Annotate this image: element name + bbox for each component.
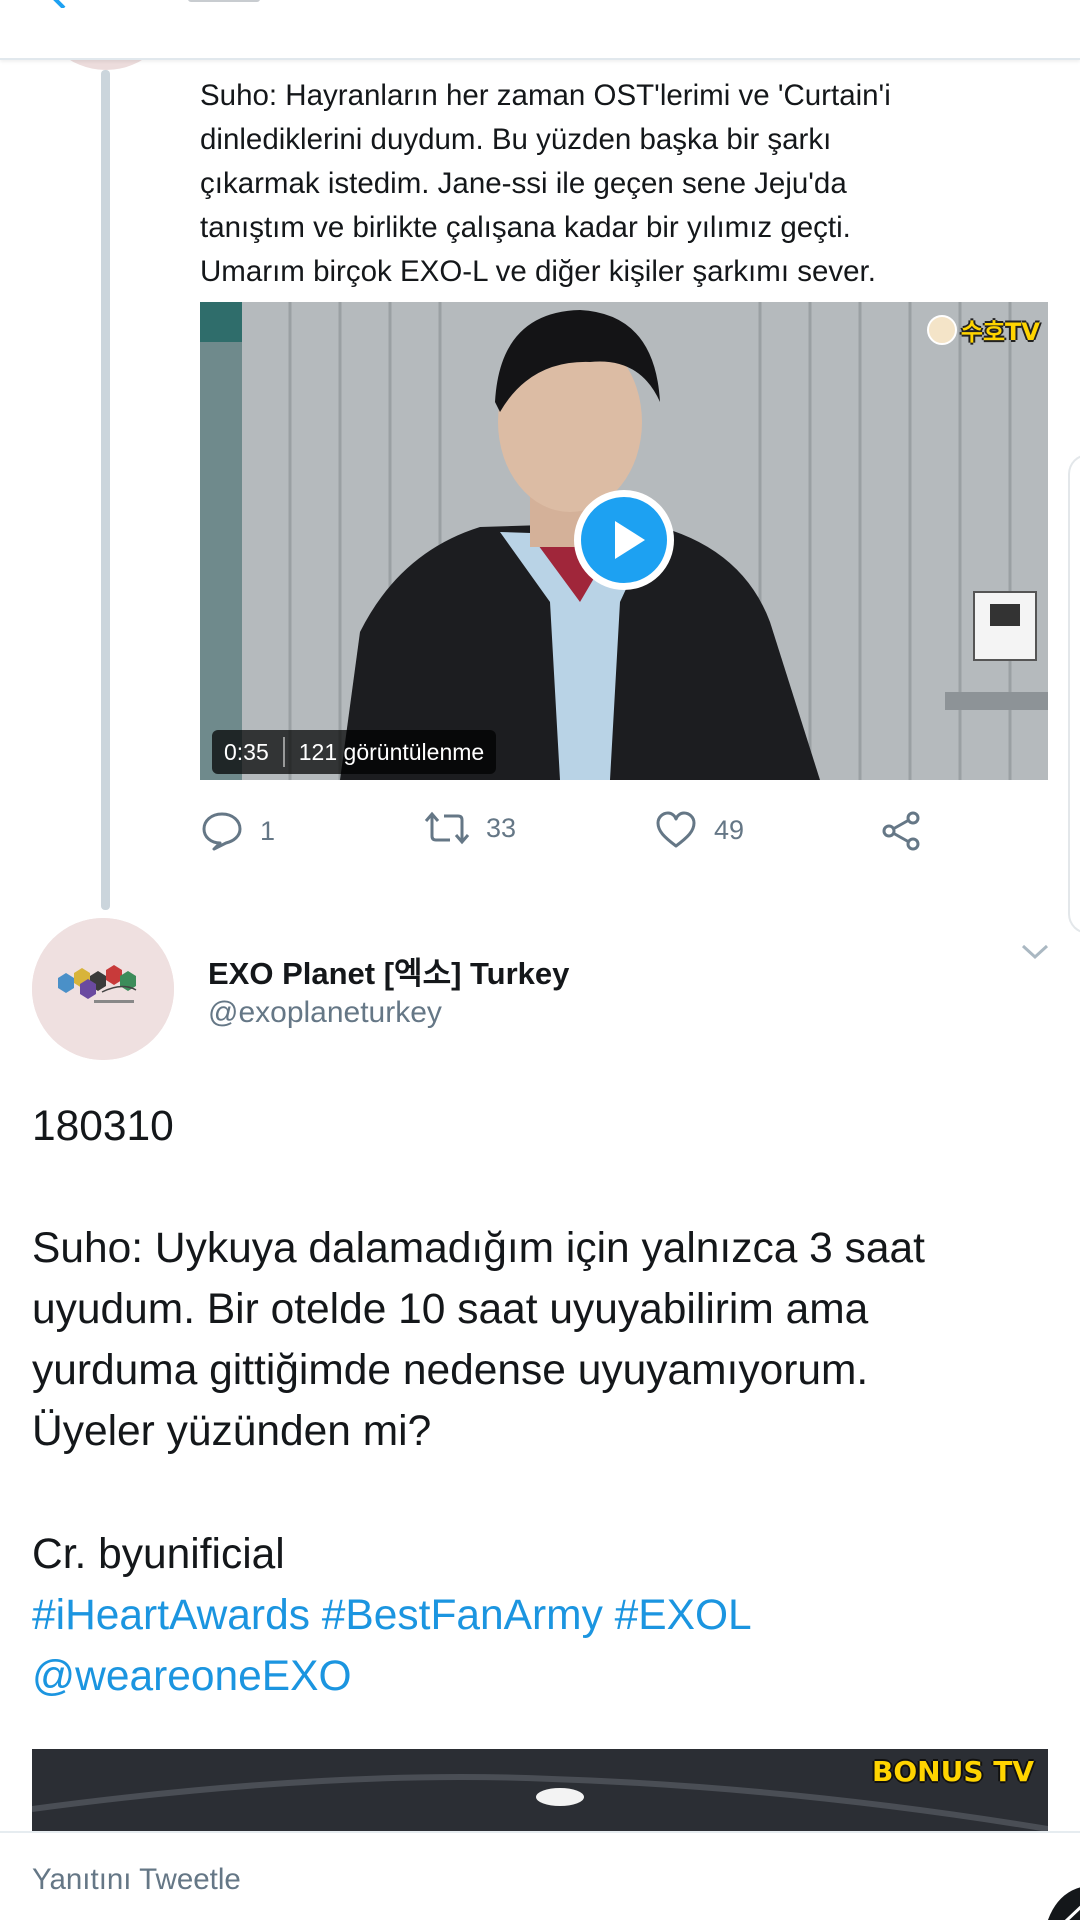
hashtag-link[interactable]: #EXOL: [615, 1592, 752, 1639]
previous-tweet-line: Umarım birçok EXO-L ve diğer kişiler şar…: [200, 255, 876, 288]
tweet-body-line: Suho: Uykuya dalamadığım için yalnızca 3…: [32, 1225, 925, 1272]
video-player[interactable]: 수호TV 0:35 121 görüntülenme: [200, 302, 1048, 780]
reply-icon: [202, 812, 242, 851]
channel-badge-text: 수호TV: [960, 318, 1040, 346]
side-panel-edge: [1068, 454, 1080, 934]
play-button[interactable]: [574, 490, 674, 590]
like-count: 49: [714, 814, 745, 845]
previous-tweet-line: Suho: Hayranların her zaman OST'lerimi v…: [200, 79, 891, 112]
video-meta-overlay: 0:35 121 görüntülenme: [212, 730, 497, 774]
tweet-date-line: 180310: [32, 1103, 174, 1150]
reply-button[interactable]: 1: [200, 810, 275, 852]
reply-input[interactable]: Yanıtını Tweetle: [32, 1863, 241, 1897]
exo-planet-logo: [32, 918, 174, 1060]
tweet-body-line: yurduma gittiğimde nedense uyuyamıyorum.: [32, 1347, 869, 1394]
previous-tweet-text: Suho: Hayranların her zaman OST'lerimi v…: [200, 74, 1040, 294]
retweet-count: 33: [486, 812, 517, 843]
topbar-title-placeholder: [188, 0, 260, 2]
tweet-action-bar: 1 33 49: [200, 810, 960, 860]
like-button[interactable]: 49: [654, 810, 744, 850]
retweet-button[interactable]: 33: [424, 810, 516, 846]
back-arrow-icon[interactable]: [44, 0, 84, 8]
reply-bar: Yanıtını Tweetle: [0, 1831, 1080, 1920]
reply-count: 1: [260, 815, 276, 846]
top-app-bar: [0, 0, 1080, 60]
previous-tweet-line: dinlediklerini duydum. Bu yüzden başka b…: [200, 123, 832, 156]
mention-link[interactable]: @weareoneEXO: [32, 1653, 352, 1700]
tweet-body-line: Üyeler yüzünden mi?: [32, 1408, 432, 1455]
share-icon: [882, 811, 920, 851]
compose-fab-edge[interactable]: [1036, 1876, 1080, 1920]
channel-badge-avatar: [926, 314, 957, 345]
media-badge: BONUS TV: [872, 1755, 1034, 1788]
tweet-body: Suho: Uykuya dalamadığım için yalnızca 3…: [32, 1218, 1042, 1462]
previous-tweet-line: çıkarmak istedim. Jane-ssi ile geçen sen…: [200, 167, 847, 200]
video-view-count: 121 görüntülenme: [298, 738, 485, 765]
thread-connector-line: [101, 70, 110, 910]
channel-badge: 수호TV: [926, 312, 1040, 347]
author-avatar[interactable]: [32, 918, 174, 1060]
hashtag-link[interactable]: #iHeartAwards: [32, 1592, 310, 1639]
share-button[interactable]: [880, 810, 922, 852]
play-icon: [615, 521, 645, 559]
author-name[interactable]: EXO Planet [엑소] Turkey: [208, 948, 569, 993]
video-duration: 0:35: [212, 737, 285, 767]
retweet-icon: [424, 811, 470, 845]
previous-tweet-line: tanıştım ve birlikte çalışana kadar bir …: [200, 211, 851, 244]
tweet-footer: Cr. byunificial #iHeartAwards #BestFanAr…: [32, 1524, 1042, 1707]
hashtag-line: #iHeartAwards #BestFanArmy #EXOL: [32, 1585, 1042, 1646]
like-icon: [656, 811, 696, 848]
hashtag-link[interactable]: #BestFanArmy: [322, 1592, 603, 1639]
author-handle[interactable]: @exoplaneturkey: [208, 996, 442, 1030]
chevron-down-icon[interactable]: [1020, 942, 1050, 962]
tweet-body-line: uyudum. Bir otelde 10 saat uyuyabilirim …: [32, 1286, 869, 1333]
tweet-credit: Cr. byunificial: [32, 1531, 285, 1578]
